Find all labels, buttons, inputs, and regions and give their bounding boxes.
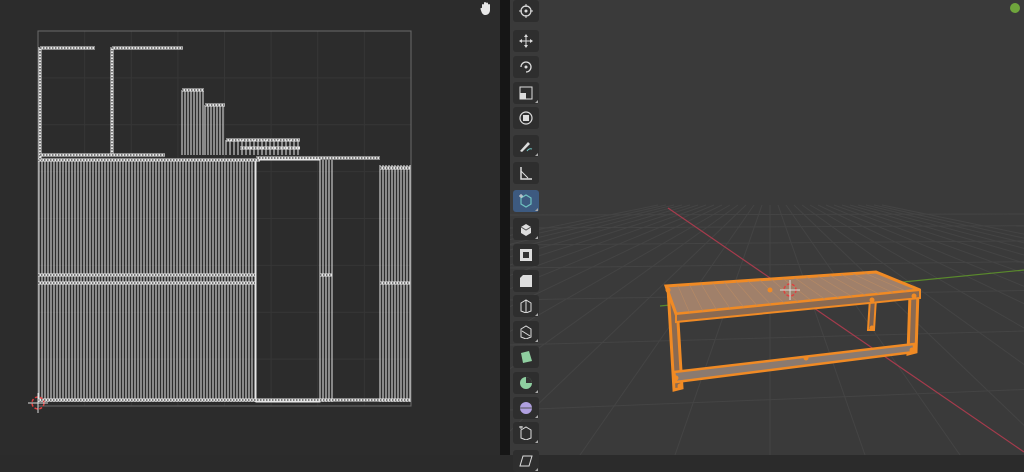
smooth-icon <box>520 402 532 414</box>
transform-icon <box>519 111 533 125</box>
submenu-indicator-icon <box>535 415 538 418</box>
tool-shelf <box>513 0 541 472</box>
submenu-indicator-icon <box>535 208 538 211</box>
tool-bevel-button[interactable] <box>513 270 539 292</box>
rotate-icon <box>520 61 532 73</box>
submenu-indicator-icon <box>535 236 538 239</box>
submenu-indicator-icon <box>535 440 538 443</box>
loop-cut-icon <box>520 299 532 313</box>
area-divider[interactable] <box>500 0 510 455</box>
tool-spin-button[interactable] <box>513 372 539 394</box>
tool-add-cube-button[interactable] <box>513 190 539 212</box>
bevel-icon <box>520 275 532 287</box>
submenu-indicator-icon <box>535 313 538 316</box>
tool-extrude-button[interactable] <box>513 218 539 240</box>
tool-poly-build-button[interactable] <box>513 346 539 368</box>
tool-scale-button[interactable] <box>513 82 539 104</box>
gizmo-dot[interactable] <box>1010 3 1020 13</box>
cursor-icon <box>519 4 533 18</box>
scale-icon <box>519 86 533 100</box>
tool-knife-button[interactable] <box>513 321 539 343</box>
tool-annotate-button[interactable] <box>513 135 539 157</box>
tool-move-button[interactable] <box>513 30 539 52</box>
3d-viewport[interactable] <box>510 0 1024 455</box>
tool-loop-cut-button[interactable] <box>513 295 539 317</box>
tool-rotate-button[interactable] <box>513 56 539 78</box>
tool-inset-button[interactable] <box>513 244 539 266</box>
submenu-indicator-icon <box>535 153 538 156</box>
poly-build-icon <box>521 351 532 363</box>
shrink-fatten-icon <box>519 426 532 440</box>
submenu-indicator-icon <box>535 468 538 471</box>
tool-transform-button[interactable] <box>513 107 539 129</box>
move-icon <box>519 34 533 48</box>
add-cube-icon <box>519 194 532 208</box>
tool-measure-button[interactable] <box>513 162 539 184</box>
floor-grid <box>510 204 1024 455</box>
inset-icon <box>520 249 532 261</box>
spin-icon <box>520 377 532 389</box>
submenu-indicator-icon <box>535 390 538 393</box>
shear-icon <box>519 455 533 467</box>
tool-cursor-button[interactable] <box>513 0 539 22</box>
uv-editor[interactable] <box>0 0 500 455</box>
tool-smooth-button[interactable] <box>513 397 539 419</box>
submenu-indicator-icon <box>535 339 538 342</box>
submenu-indicator-icon <box>535 100 538 103</box>
uv-canvas[interactable] <box>0 0 500 455</box>
extrude-icon <box>520 224 532 236</box>
annotate-icon <box>520 142 533 152</box>
tool-shear-button[interactable] <box>513 450 539 472</box>
knife-icon <box>520 325 532 339</box>
viewport-canvas[interactable] <box>510 0 1024 455</box>
x-axis-line <box>667 207 1024 453</box>
tool-shrink-fatten-button[interactable] <box>513 422 539 444</box>
measure-icon <box>520 167 532 180</box>
hand-icon[interactable] <box>478 0 498 20</box>
